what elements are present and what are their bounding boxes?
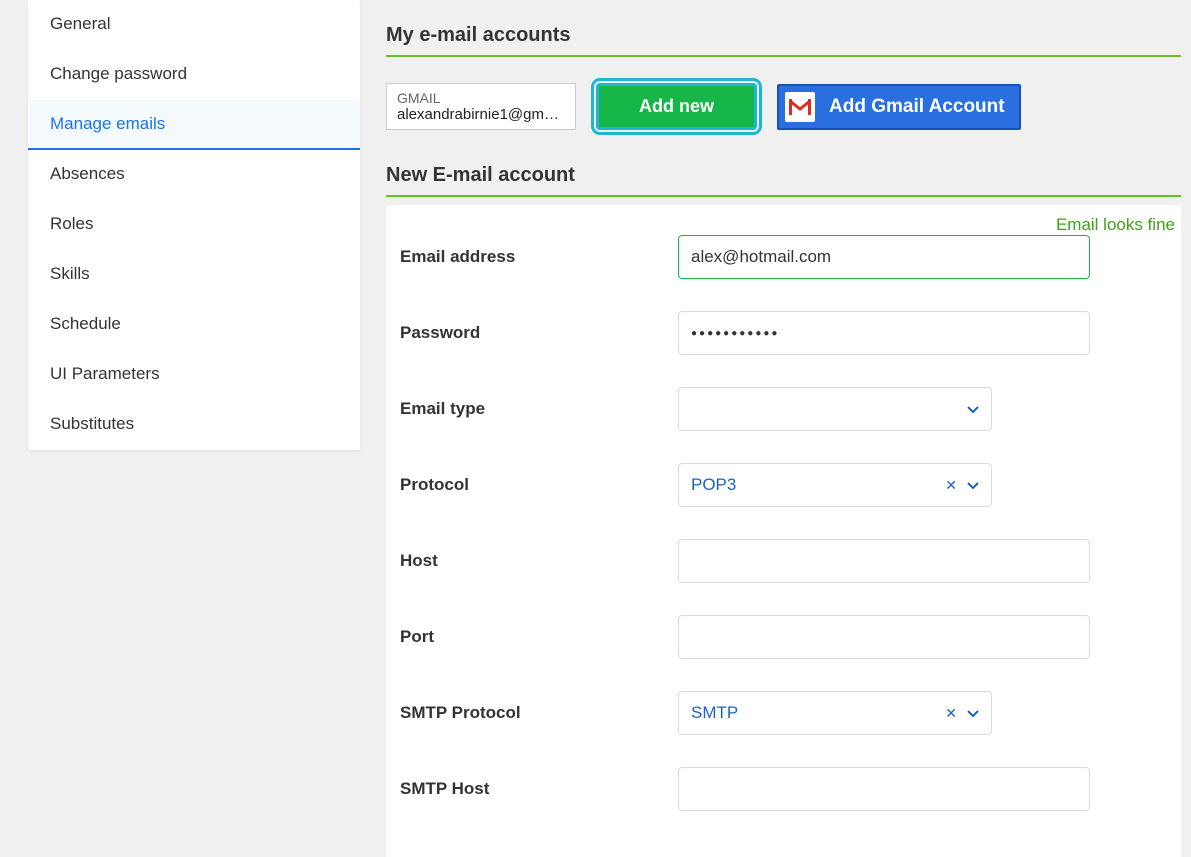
clear-smtp-protocol-icon[interactable]: ✕ <box>945 705 957 722</box>
input-email-address[interactable] <box>678 235 1090 279</box>
input-host[interactable] <box>678 539 1090 583</box>
select-protocol-value: POP3 <box>691 475 945 495</box>
label-host: Host <box>400 551 678 571</box>
select-smtp-protocol[interactable]: SMTP ✕ <box>678 691 992 735</box>
new-account-form: Email looks fine Email address Password … <box>386 205 1181 857</box>
gmail-icon <box>785 92 815 122</box>
password-masked-value: ●●●●●●●●●●● <box>691 312 1077 354</box>
chevron-down-icon <box>967 705 979 721</box>
sidebar-item-absences[interactable]: Absences <box>28 150 360 200</box>
row-protocol: Protocol POP3 ✕ <box>386 447 1181 523</box>
row-password: Password ●●●●●●●●●●● <box>386 295 1181 371</box>
new-account-heading: New E-mail account <box>386 164 1181 197</box>
row-smtp-protocol: SMTP Protocol SMTP ✕ <box>386 675 1181 751</box>
email-validation-status: Email looks fine <box>1056 215 1175 235</box>
row-smtp-host: SMTP Host <box>386 751 1181 827</box>
label-port: Port <box>400 627 678 647</box>
sidebar-item-change-password[interactable]: Change password <box>28 50 360 100</box>
sidebar-item-manage-emails[interactable]: Manage emails <box>28 100 360 150</box>
input-port[interactable] <box>678 615 1090 659</box>
label-email-type: Email type <box>400 399 678 419</box>
sidebar-card: General Change password Manage emails Ab… <box>28 0 360 450</box>
add-gmail-label: Add Gmail Account <box>829 96 1005 118</box>
sidebar-item-ui-parameters[interactable]: UI Parameters <box>28 350 360 400</box>
existing-account-provider: GMAIL <box>397 90 565 106</box>
sidebar-item-substitutes[interactable]: Substitutes <box>28 400 360 450</box>
input-smtp-host[interactable] <box>678 767 1090 811</box>
sidebar-item-schedule[interactable]: Schedule <box>28 300 360 350</box>
select-smtp-protocol-value: SMTP <box>691 703 945 723</box>
existing-account-card[interactable]: GMAIL alexandrabirnie1@gmail... <box>386 83 576 130</box>
main-content: My e-mail accounts GMAIL alexandrabirnie… <box>360 0 1181 857</box>
my-accounts-heading: My e-mail accounts <box>386 24 1181 57</box>
sidebar-item-general[interactable]: General <box>28 0 360 50</box>
sidebar-item-skills[interactable]: Skills <box>28 250 360 300</box>
page-root: General Change password Manage emails Ab… <box>0 0 1191 857</box>
add-gmail-account-button[interactable]: Add Gmail Account <box>777 84 1021 130</box>
chevron-down-icon <box>967 401 979 417</box>
label-protocol: Protocol <box>400 475 678 495</box>
clear-protocol-icon[interactable]: ✕ <box>945 477 957 494</box>
row-host: Host <box>386 523 1181 599</box>
label-password: Password <box>400 323 678 343</box>
label-email-address: Email address <box>400 247 678 267</box>
add-new-button[interactable]: Add new <box>596 83 757 130</box>
select-protocol[interactable]: POP3 ✕ <box>678 463 992 507</box>
sidebar: General Change password Manage emails Ab… <box>0 0 360 857</box>
row-email-type: Email type <box>386 371 1181 447</box>
chevron-down-icon <box>967 477 979 493</box>
label-smtp-protocol: SMTP Protocol <box>400 703 678 723</box>
sidebar-item-roles[interactable]: Roles <box>28 200 360 250</box>
input-password[interactable]: ●●●●●●●●●●● <box>678 311 1090 355</box>
existing-account-email: alexandrabirnie1@gmail... <box>397 106 565 123</box>
label-smtp-host: SMTP Host <box>400 779 678 799</box>
select-email-type[interactable] <box>678 387 992 431</box>
accounts-row: GMAIL alexandrabirnie1@gmail... Add new … <box>386 65 1181 140</box>
row-port: Port <box>386 599 1181 675</box>
